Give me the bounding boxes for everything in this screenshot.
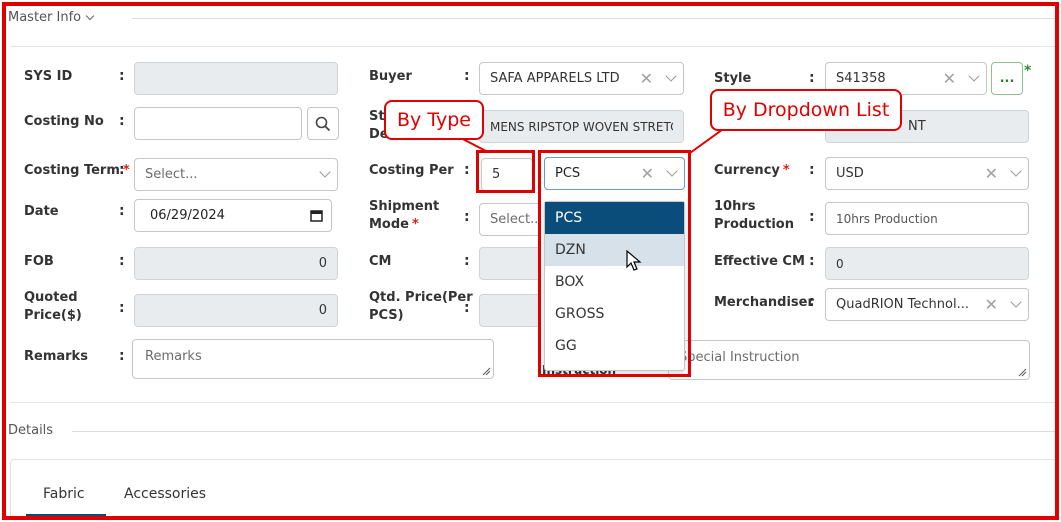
sys-id-field[interactable] <box>134 62 338 95</box>
colon: : <box>809 70 815 86</box>
production-10hrs-label: 10hrs Production <box>714 199 794 232</box>
costing-no-input[interactable] <box>134 107 302 140</box>
remarks-textarea[interactable]: Remarks <box>132 339 494 379</box>
chevron-down-icon <box>665 70 677 82</box>
colon: : <box>464 300 470 316</box>
colon: : <box>119 253 125 269</box>
clear-icon[interactable]: ✕ <box>640 69 653 88</box>
colon: : <box>464 253 470 269</box>
chevron-down-icon <box>968 70 980 82</box>
style-required-star: * <box>1024 63 1032 79</box>
callout-by-type: By Type <box>384 100 484 140</box>
style-more-button[interactable]: ... <box>991 62 1023 95</box>
clear-icon[interactable]: ✕ <box>985 164 998 183</box>
style-description-field[interactable]: MENS RIPSTOP WOVEN STRETC <box>479 110 684 143</box>
calendar-icon[interactable] <box>310 209 323 222</box>
colon: : <box>464 68 470 84</box>
production-10hrs-input[interactable]: 10hrs Production <box>825 202 1029 235</box>
cm-label: CM <box>369 254 392 269</box>
chevron-down-icon <box>1010 296 1022 308</box>
costing-no-label: Costing No <box>24 114 104 129</box>
master-info-header[interactable]: Master Info <box>8 10 95 25</box>
colon: : <box>119 203 125 219</box>
callout-by-dropdown-list: By Dropdown List <box>710 89 902 131</box>
effective-cm-field[interactable]: 0 <box>825 247 1029 280</box>
costing-term-label: Costing Term * <box>24 163 130 178</box>
colon: : <box>809 253 815 269</box>
effective-cm-label: Effective CM <box>714 254 805 269</box>
more-icon: ... <box>999 71 1015 86</box>
buyer-label: Buyer <box>369 69 412 84</box>
chevron-down-icon <box>85 11 95 21</box>
costing-term-select[interactable]: Select... <box>134 158 338 191</box>
search-icon <box>315 116 331 131</box>
clear-icon[interactable]: ✕ <box>985 295 998 314</box>
currency-label: Currency * <box>714 163 790 178</box>
app-frame: Master Info SYS ID : Costing No : Costin… <box>2 2 1059 520</box>
costing-no-search-button[interactable] <box>307 107 339 140</box>
cm-field[interactable] <box>479 247 541 280</box>
fob-field[interactable]: 0 <box>134 247 338 280</box>
tab-accessories[interactable]: Accessories <box>124 486 206 502</box>
annotation-box-dropdown <box>538 150 691 377</box>
costing-per-label: Costing Per <box>369 163 454 178</box>
divider <box>72 431 1055 432</box>
quoted-price-label: Quoted Price($) <box>24 290 82 323</box>
divider <box>132 18 1055 19</box>
currency-select[interactable]: USD ✕ <box>825 157 1029 190</box>
colon: : <box>119 348 125 364</box>
chevron-down-icon <box>319 166 331 178</box>
date-label: Date <box>24 204 59 219</box>
colon: : <box>464 162 470 178</box>
chevron-down-icon <box>1010 165 1022 177</box>
colon: : <box>119 68 125 84</box>
colon: : <box>809 294 815 310</box>
quoted-price-field[interactable]: 0 <box>134 294 338 327</box>
colon: : <box>464 209 470 225</box>
resize-handle-icon[interactable] <box>1018 368 1027 377</box>
colon: : <box>119 162 125 178</box>
clear-icon[interactable]: ✕ <box>943 69 956 88</box>
resize-handle-icon[interactable] <box>482 367 491 376</box>
date-input[interactable]: 06/29/2024 <box>134 199 332 232</box>
remarks-label: Remarks <box>24 349 88 364</box>
form-top-border <box>10 46 1055 47</box>
colon: : <box>809 209 815 225</box>
special-instruction-textarea[interactable]: Special Instruction <box>668 340 1030 380</box>
form-bottom-border <box>10 402 1055 403</box>
shipment-mode-label: Shipment Mode * <box>369 199 440 232</box>
colon: : <box>809 162 815 178</box>
fob-label: FOB <box>24 254 54 269</box>
sys-id-label: SYS ID <box>24 69 73 84</box>
colon: : <box>119 113 125 129</box>
merchandiser-select[interactable]: QuadRION Technol... ✕ <box>825 288 1029 321</box>
merchandiser-label: Merchandiser <box>714 295 814 310</box>
tab-active-indicator <box>26 514 106 516</box>
master-info-title: Master Info <box>8 10 82 25</box>
colon: : <box>119 300 125 316</box>
qtd-price-per-pcs-field[interactable] <box>479 294 541 327</box>
tab-fabric[interactable]: Fabric <box>43 486 85 502</box>
qtd-price-per-pcs-label: Qtd. Price(Per PCS) <box>369 290 473 323</box>
style-label: Style <box>714 71 752 86</box>
buyer-select[interactable]: SAFA APPARELS LTD ✕ <box>479 62 684 95</box>
annotation-box-type <box>476 150 535 193</box>
details-header: Details <box>8 423 54 438</box>
shipment-mode-select[interactable]: Select... <box>479 203 543 236</box>
